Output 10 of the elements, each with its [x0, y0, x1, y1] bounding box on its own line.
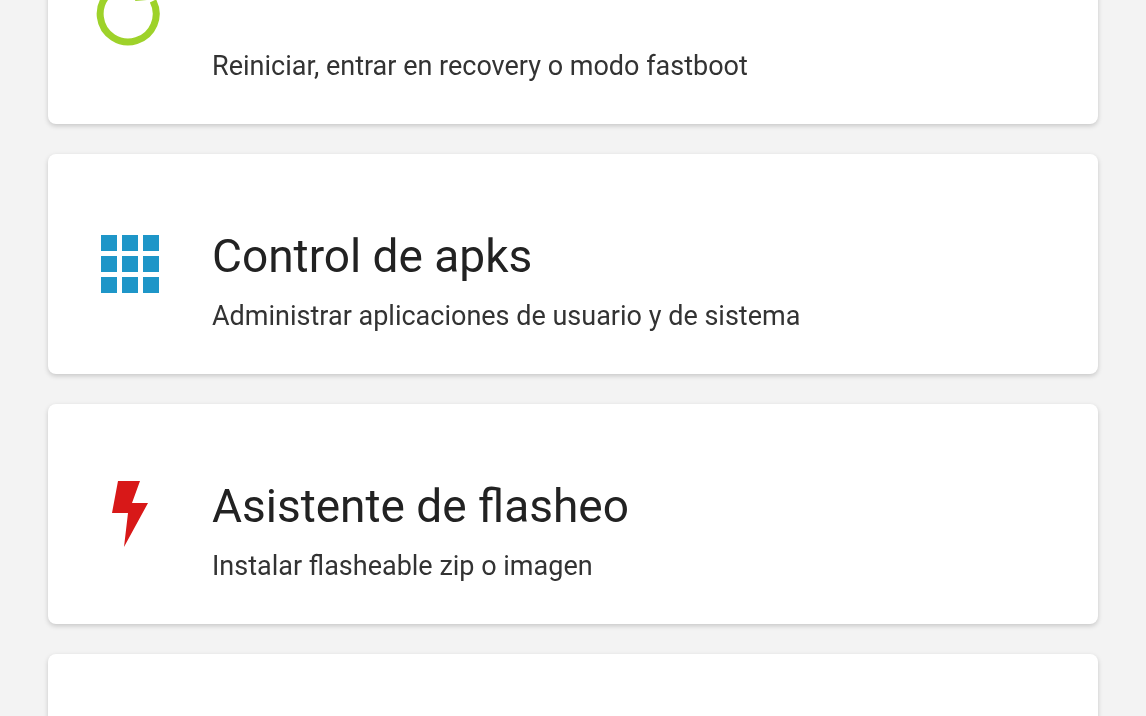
card-title: Control de apks: [212, 231, 534, 282]
card-subtitle: Administrar aplicaciones de usuario y de sistema: [212, 299, 802, 332]
grid-icon: [101, 235, 159, 293]
menu-card[interactable]: Asistente de flasheo Instalar flasheable zip o imagen: [48, 404, 1098, 624]
card-subtitle: Instalar flasheable zip o imagen: [212, 549, 594, 582]
card-subtitle: Reiniciar, entrar en recovery o modo fastboot: [212, 49, 749, 82]
card-title: Asistente de flasheo: [212, 481, 630, 532]
menu-card[interactable]: Control de apks Administrar aplicaciones de usuario y de sistema: [48, 154, 1098, 374]
menu-card[interactable]: Reiniciar, entrar en recovery o modo fastboot: [48, 0, 1098, 124]
lightning-icon: [110, 479, 150, 549]
